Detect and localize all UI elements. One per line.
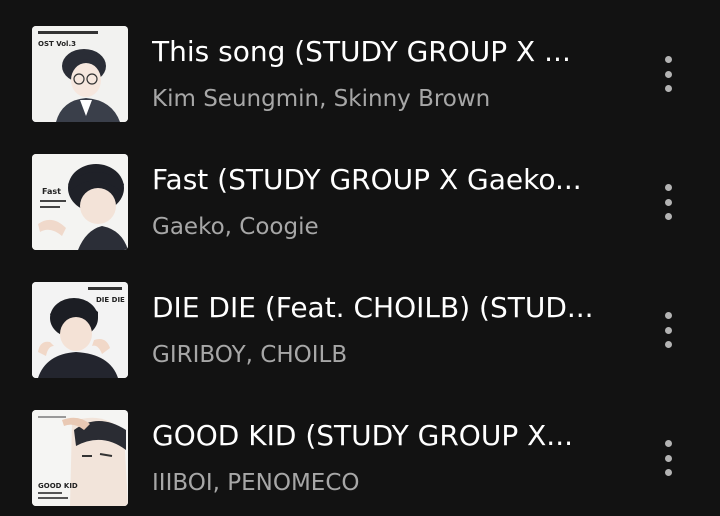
track-title: Fast (STUDY GROUP X Gaeko... [152,163,582,196]
track-row[interactable]: OST Vol.3 This song (STUDY GROUP X ... K… [0,26,720,154]
more-options-icon[interactable] [648,434,688,482]
track-title: DIE DIE (Feat. CHOILB) (STUD... [152,291,594,324]
track-artists: GIRIBOY, CHOILB [152,342,348,368]
track-artists: IIIBOI, PENOMECO [152,470,360,496]
cover-text: Fast [42,187,61,196]
track-row[interactable]: GOOD KID GOOD KID (STUDY GROUP X... IIIB… [0,410,720,516]
album-cover: GOOD KID [32,410,128,506]
track-row[interactable]: DIE DIE DIE DIE (Feat. CHOILB) (STUD... … [0,282,720,410]
track-artists: Kim Seungmin, Skinny Brown [152,86,491,112]
album-cover: DIE DIE [32,282,128,378]
more-options-icon[interactable] [648,178,688,226]
cover-text: DIE DIE [96,296,125,304]
track-title: GOOD KID (STUDY GROUP X... [152,419,573,452]
album-cover: Fast [32,154,128,250]
cover-text: OST Vol.3 [38,40,76,48]
more-options-icon[interactable] [648,50,688,98]
more-options-icon[interactable] [648,306,688,354]
track-list: OST Vol.3 This song (STUDY GROUP X ... K… [0,0,720,516]
track-artists: Gaeko, Coogie [152,214,319,240]
album-cover: OST Vol.3 [32,26,128,122]
track-row[interactable]: Fast Fast (STUDY GROUP X Gaeko... Gaeko,… [0,154,720,282]
track-title: This song (STUDY GROUP X ... [152,35,571,68]
cover-text: GOOD KID [38,482,78,490]
